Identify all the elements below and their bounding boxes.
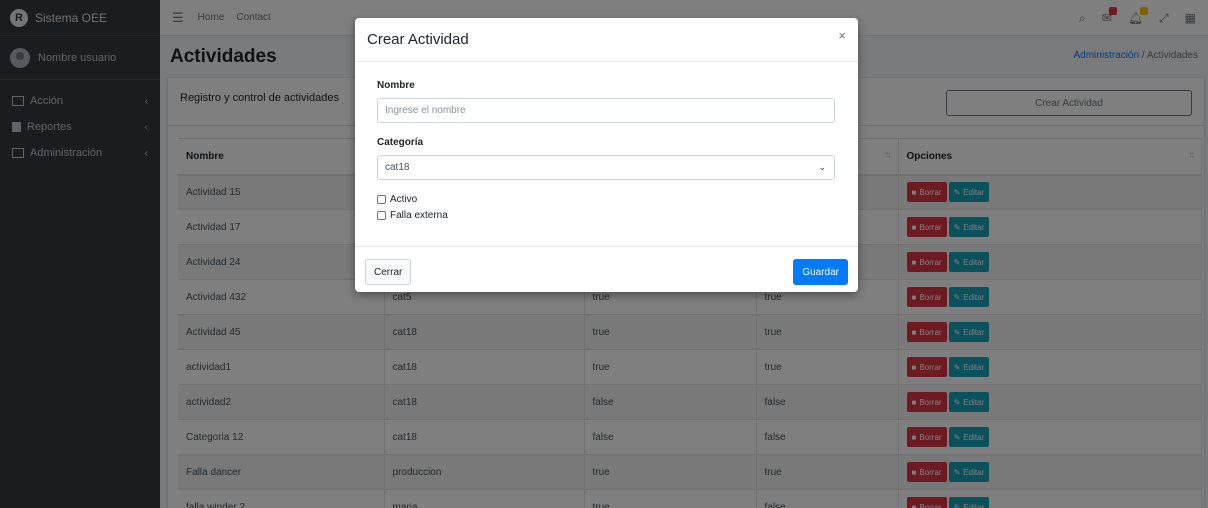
category-select-value: cat18 — [385, 162, 410, 173]
create-activity-modal: Crear Actividad × Nombre Categoría cat18… — [355, 18, 858, 292]
active-checkbox-label: Activo — [390, 193, 418, 205]
active-checkbox-row[interactable]: Activo — [377, 192, 835, 206]
active-checkbox[interactable] — [377, 194, 386, 204]
chevron-down-icon: ⌄ — [818, 162, 826, 172]
modal-footer: Cerrar Guardar — [355, 246, 858, 292]
modal-header: Crear Actividad × — [355, 18, 858, 62]
external-failure-checkbox[interactable] — [377, 210, 386, 220]
save-button[interactable]: Guardar — [793, 259, 848, 285]
category-select[interactable]: cat18 ⌄ — [377, 155, 835, 180]
modal-body: Nombre Categoría cat18 ⌄ Activo Falla ex… — [377, 80, 835, 222]
close-button[interactable]: Cerrar — [365, 259, 412, 285]
modal-title: Crear Actividad — [367, 31, 469, 48]
category-label: Categoría — [377, 137, 424, 148]
name-input[interactable] — [377, 98, 835, 123]
close-icon[interactable]: × — [838, 28, 846, 43]
name-label: Nombre — [377, 80, 415, 91]
external-failure-checkbox-label: Falla externa — [390, 209, 448, 221]
external-failure-checkbox-row[interactable]: Falla externa — [377, 208, 835, 222]
